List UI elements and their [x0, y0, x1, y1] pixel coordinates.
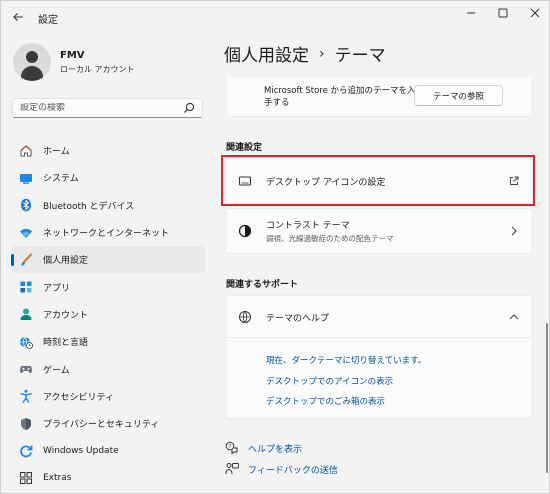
related-settings-heading: 関連設定 — [226, 143, 263, 153]
home-icon — [19, 144, 33, 158]
bluetooth-icon — [19, 198, 33, 212]
sidebar-item-label: ネットワークとインターネット — [43, 229, 170, 240]
contrast-themes-description: 弱視、光線過敏症のための配色テーマ — [266, 234, 394, 243]
globe-icon — [238, 310, 252, 324]
settings-window: 設定 FMV ローカル アカウント ホーム — [0, 0, 550, 494]
page-title: テーマ — [334, 46, 386, 66]
sidebar-item-apps[interactable]: アプリ — [11, 273, 205, 300]
sidebar-item-label: ゲーム — [43, 365, 70, 376]
sidebar-item-label: Bluetooth とデバイス — [43, 201, 135, 212]
sidebar-item-system[interactable]: システム — [11, 164, 205, 191]
apps-icon — [19, 280, 33, 294]
sidebar-item-label: プライバシーとセキュリティ — [43, 420, 160, 431]
sidebar-item-accessibility[interactable]: アクセシビリティ — [11, 383, 205, 410]
sidebar-item-windows-update[interactable]: Windows Update — [11, 437, 205, 464]
desktop-icon-settings-label: デスクトップ アイコンの設定 — [266, 178, 386, 188]
sidebar-nav: ホーム システム Bluetooth とデバイス ネットワークとインターネット … — [11, 137, 205, 492]
close-button[interactable] — [520, 5, 550, 21]
user-profile[interactable]: FMV ローカル アカウント — [13, 43, 135, 81]
sidebar-item-privacy[interactable]: プライバシーとセキュリティ — [11, 410, 205, 437]
feedback-icon — [225, 462, 239, 476]
chevron-right-icon — [508, 225, 520, 237]
store-themes-text: Microsoft Store から追加のテーマを入手する — [264, 86, 416, 108]
sidebar-item-label: アカウント — [43, 310, 89, 321]
sidebar-item-label: 個人用設定 — [43, 256, 89, 267]
svg-text:?: ? — [228, 444, 231, 450]
contrast-icon — [238, 224, 252, 238]
search-icon[interactable] — [183, 102, 195, 114]
sidebar-item-accounts[interactable]: アカウント — [11, 301, 205, 328]
sidebar-item-label: システム — [43, 174, 79, 185]
account-type: ローカル アカウント — [60, 64, 135, 74]
related-support-heading: 関連するサポート — [226, 280, 299, 290]
contrast-themes-label: コントラスト テーマ — [266, 221, 350, 231]
sidebar-item-label: Windows Update — [43, 445, 119, 456]
help-link-dark-theme[interactable]: 現在、ダークテーマに切り替えています。 — [266, 354, 426, 366]
breadcrumb-separator: › — [319, 45, 325, 62]
app-title: 設定 — [38, 15, 58, 26]
desktop-icon-settings-row[interactable]: デスクトップ アイコンの設定 — [225, 157, 533, 204]
user-name: FMV — [60, 49, 85, 61]
chevron-up-icon — [508, 311, 520, 323]
theme-help-label: テーマのヘルプ — [266, 314, 330, 324]
external-link-icon — [508, 175, 520, 187]
sidebar-item-time-language[interactable]: 時刻と言語 — [11, 328, 205, 355]
personalization-icon — [19, 253, 33, 267]
sidebar-item-label: 時刻と言語 — [43, 338, 89, 349]
sidebar-item-bluetooth[interactable]: Bluetooth とデバイス — [11, 192, 205, 219]
search-input[interactable] — [20, 103, 180, 113]
sidebar-item-label: ホーム — [43, 147, 70, 158]
help-link-recycle-bin[interactable]: デスクトップでのごみ箱の表示 — [266, 395, 385, 407]
gaming-icon — [19, 362, 33, 376]
back-arrow-icon[interactable] — [9, 8, 27, 26]
browse-themes-button[interactable]: テーマの参照 — [414, 85, 503, 106]
sidebar-item-gaming[interactable]: ゲーム — [11, 355, 205, 382]
store-themes-card: Microsoft Store から追加のテーマを入手する テーマの参照 — [225, 77, 533, 117]
system-icon — [19, 171, 33, 185]
send-feedback-link[interactable]: フィードバックの送信 — [248, 463, 338, 476]
extras-icon — [19, 471, 33, 485]
time-language-icon — [19, 335, 33, 349]
breadcrumb: 個人用設定 › テーマ — [224, 41, 386, 67]
sidebar-item-personalization[interactable]: 個人用設定 — [11, 246, 205, 274]
title-bar: 設定 — [1, 1, 549, 33]
sidebar-item-network[interactable]: ネットワークとインターネット — [11, 219, 205, 246]
help-link-desktop-icons[interactable]: デスクトップでのアイコンの表示 — [266, 375, 393, 387]
accessibility-icon — [19, 389, 33, 404]
contrast-themes-row[interactable]: コントラスト テーマ 弱視、光線過敏症のための配色テーマ — [225, 208, 533, 254]
help-icon: ? — [225, 441, 239, 455]
theme-help-card: テーマのヘルプ 現在、ダークテーマに切り替えています。 デスクトップでのアイコン… — [225, 295, 533, 419]
sidebar-item-label: アプリ — [43, 283, 71, 294]
avatar — [13, 43, 51, 81]
search-box[interactable] — [12, 98, 203, 118]
monitor-icon — [238, 174, 252, 188]
maximize-button[interactable] — [488, 5, 518, 21]
sidebar-item-home[interactable]: ホーム — [11, 137, 205, 164]
minimize-button[interactable] — [456, 5, 486, 21]
privacy-shield-icon — [19, 417, 33, 431]
sidebar-item-label: Extras — [43, 473, 72, 484]
scrollbar[interactable] — [546, 323, 548, 473]
windows-update-icon — [19, 444, 33, 458]
sidebar-item-extras[interactable]: Extras — [11, 465, 205, 492]
sidebar-item-label: アクセシビリティ — [43, 392, 115, 403]
network-icon — [19, 226, 33, 240]
theme-help-header[interactable]: テーマのヘルプ — [226, 296, 532, 338]
accounts-icon — [19, 307, 33, 321]
get-help-link[interactable]: ヘルプを表示 — [248, 442, 302, 455]
breadcrumb-parent[interactable]: 個人用設定 — [224, 41, 309, 66]
